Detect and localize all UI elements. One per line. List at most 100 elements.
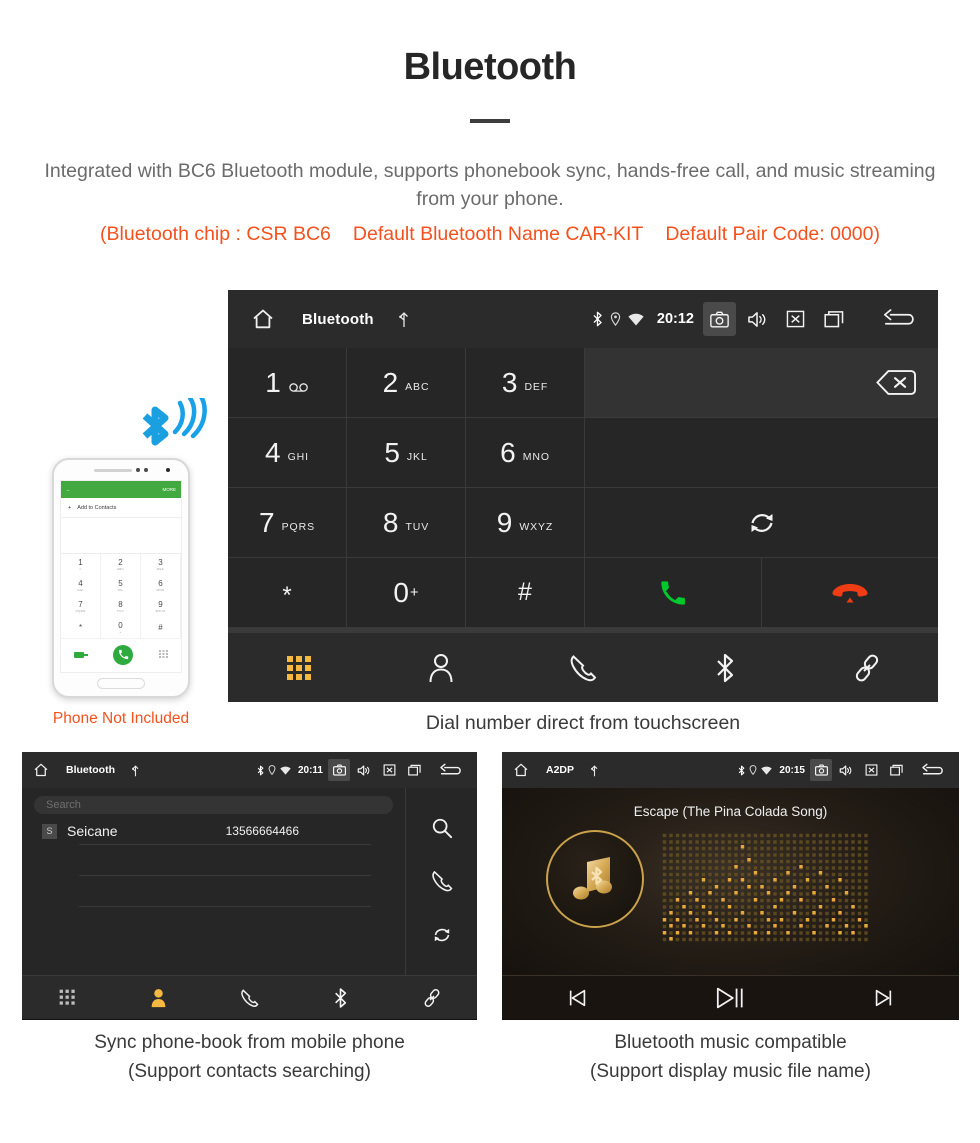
key-6[interactable]: 6 MNO — [466, 418, 584, 487]
call-log-icon — [241, 988, 259, 1007]
phone-key: 5 JKL — [101, 575, 141, 596]
recents-icon[interactable] — [817, 302, 850, 336]
volume-icon[interactable] — [353, 759, 375, 781]
mute-x-icon[interactable] — [860, 759, 882, 781]
nav-pair-link[interactable] — [796, 653, 938, 683]
home-icon[interactable] — [246, 304, 280, 334]
backspace-icon[interactable] — [876, 369, 916, 396]
nav-bluetooth[interactable] — [295, 987, 386, 1009]
usb-icon — [131, 764, 140, 777]
key-hash[interactable]: # — [466, 558, 584, 627]
play-pause-button[interactable] — [654, 985, 806, 1011]
volume-icon[interactable] — [741, 302, 774, 336]
key-0[interactable]: 0 + — [347, 558, 465, 627]
call-green-icon — [659, 579, 687, 607]
previous-track-button[interactable] — [502, 987, 654, 1009]
call-icon[interactable] — [431, 869, 453, 893]
nav-keypad[interactable] — [22, 989, 113, 1006]
list-divider — [79, 906, 371, 907]
screen-title: Bluetooth — [66, 764, 115, 776]
plus-icon: + — [68, 504, 72, 511]
camera-icon[interactable] — [810, 759, 832, 781]
nav-call-log[interactable] — [204, 988, 295, 1008]
spectrum-dot-matrix — [662, 833, 870, 943]
phone-device-body: ← MORE + Add to Contacts 1 ∞ 2 ABC 3 DEF 4G… — [52, 458, 190, 698]
end-call-button[interactable] — [762, 558, 938, 627]
contact-number: 13566664466 — [225, 824, 300, 838]
key-star[interactable]: * — [228, 558, 346, 627]
end-call-red-icon — [832, 582, 868, 604]
sync-icon[interactable] — [431, 924, 453, 946]
key-9[interactable]: 9 WXYZ — [466, 488, 584, 557]
key-7[interactable]: 7 PQRS — [228, 488, 346, 557]
phone-key: 2 ABC — [101, 554, 141, 575]
contact-name: Seicane — [67, 823, 118, 839]
key-5[interactable]: 5 JKL — [347, 418, 465, 487]
music-now-playing: Escape (The Pina Colada Song) — [502, 788, 959, 975]
location-icon — [268, 765, 276, 775]
search-placeholder: Search — [46, 799, 81, 811]
mute-x-icon[interactable] — [779, 302, 812, 336]
recents-icon[interactable] — [403, 759, 425, 781]
phone-key: 7 PQRS — [61, 596, 101, 617]
previous-track-icon — [567, 987, 589, 1009]
back-arrow-icon[interactable] — [876, 302, 926, 336]
location-icon — [749, 765, 757, 775]
status-indicators: 20:15 — [738, 765, 807, 776]
nav-contacts[interactable] — [370, 653, 512, 683]
number-display[interactable] — [585, 348, 938, 417]
phone-keypad: 1 ∞ 2 ABC 3 DEF 4 GHI 5 JKL 6 MNO 7 PQRS 8 TUV 9… — [61, 554, 181, 638]
phone-key: 6 MNO — [141, 575, 181, 596]
home-icon[interactable] — [512, 762, 530, 778]
phonebook-screen: Bluetooth 20:11 Search S Seicane 1356666… — [22, 752, 477, 1020]
clock-time: 20:12 — [656, 311, 694, 327]
camera-icon[interactable] — [328, 759, 350, 781]
next-track-button[interactable] — [807, 987, 959, 1009]
nav-pair-link[interactable] — [386, 988, 477, 1008]
usb-icon — [398, 310, 410, 328]
avatar: S — [42, 823, 57, 839]
phone-more-label: MORE — [162, 487, 177, 492]
volume-icon[interactable] — [835, 759, 857, 781]
recents-icon[interactable] — [885, 759, 907, 781]
clock-time: 20:15 — [779, 764, 805, 776]
contacts-side-actions — [405, 788, 477, 975]
phonebook-caption-line2: (Support contacts searching) — [128, 1061, 371, 1082]
dialer-screen: Bluetooth 20:12 1 2 ABC 3 DEF 4 GHI 5 JK… — [228, 290, 938, 702]
nav-bluetooth[interactable] — [654, 652, 796, 684]
phone-key: 3 DEF — [141, 554, 181, 575]
location-icon — [610, 312, 621, 326]
search-icon[interactable] — [431, 817, 453, 839]
phone-key: * — [61, 617, 101, 638]
wifi-icon — [761, 766, 773, 775]
track-title: Escape (The Pina Colada Song) — [633, 804, 828, 819]
bluetooth-icon — [592, 311, 603, 327]
contact-row[interactable]: S Seicane 13566664466 — [34, 818, 393, 844]
music-status-bar: A2DP 20:15 — [502, 752, 959, 788]
call-button[interactable] — [585, 558, 761, 627]
back-arrow-icon[interactable] — [435, 759, 469, 781]
dialer-status-bar: Bluetooth 20:12 — [228, 290, 938, 348]
search-input[interactable]: Search — [34, 796, 393, 814]
sync-button[interactable] — [585, 488, 938, 557]
nav-contacts[interactable] — [113, 988, 204, 1008]
bluetooth-icon — [714, 652, 736, 684]
music-caption-line2: (Support display music file name) — [590, 1061, 871, 1082]
dialer-caption: Dial number direct from touchscreen — [425, 712, 741, 734]
nav-call-log[interactable] — [512, 653, 654, 683]
contacts-person-icon — [428, 653, 454, 683]
key-8[interactable]: 8 TUV — [347, 488, 465, 557]
bluetooth-icon — [335, 987, 347, 1008]
key-3[interactable]: 3 DEF — [466, 348, 584, 417]
camera-icon[interactable] — [703, 302, 736, 336]
phone-key: 9 WXYZ — [141, 596, 181, 617]
mute-x-icon[interactable] — [378, 759, 400, 781]
dialer-bottom-nav — [228, 632, 938, 702]
key-2[interactable]: 2 ABC — [347, 348, 465, 417]
home-icon[interactable] — [32, 762, 50, 778]
spec-pair-code: Default Pair Code: 0000) — [665, 223, 880, 245]
nav-keypad[interactable] — [228, 655, 370, 681]
key-1[interactable]: 1 — [228, 348, 346, 417]
key-4[interactable]: 4 GHI — [228, 418, 346, 487]
back-arrow-icon[interactable] — [917, 759, 951, 781]
